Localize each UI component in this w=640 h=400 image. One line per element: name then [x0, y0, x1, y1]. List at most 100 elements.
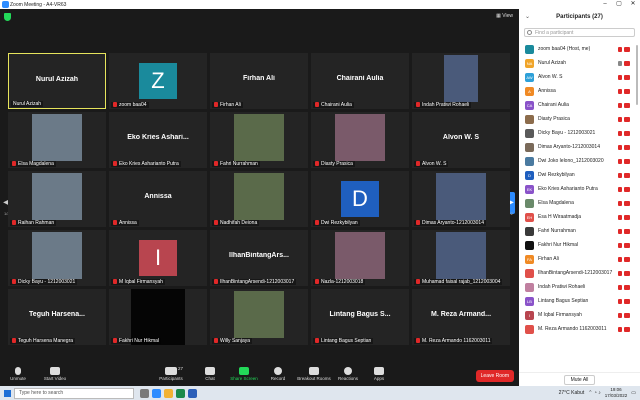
- participant-row[interactable]: Indah Pratiwi Rohaeli: [519, 280, 640, 294]
- video-tile[interactable]: Fahri Nurrahman: [210, 112, 308, 168]
- close-icon[interactable]: ✕: [626, 0, 640, 9]
- video-tile[interactable]: Willy Sanjaya: [210, 289, 308, 345]
- taskbar-search-input[interactable]: Type here to search: [14, 387, 134, 399]
- view-button[interactable]: ▦ View: [496, 13, 513, 19]
- video-tile[interactable]: Dimas Aryanto-1212003014: [412, 171, 510, 227]
- participant-status-icons: [618, 214, 632, 220]
- video-tile[interactable]: Diasty Prasica: [311, 112, 409, 168]
- participant-row[interactable]: EH Esa H Wiraatmadja: [519, 210, 640, 224]
- zoom-app-icon[interactable]: [152, 388, 161, 398]
- excel-icon[interactable]: [176, 388, 185, 398]
- word-icon[interactable]: [188, 388, 197, 398]
- mic-muted-icon: [618, 74, 622, 80]
- video-tile[interactable]: M. Reza Armand... M. Reza Armando 1162003…: [412, 289, 510, 345]
- video-tile[interactable]: Nazla-1212003018: [311, 230, 409, 286]
- participant-row[interactable]: I M Iqbal Firmansyah: [519, 308, 640, 322]
- video-tile[interactable]: Fakhri Nur Hikmal: [109, 289, 207, 345]
- apps-button[interactable]: Apps: [361, 367, 397, 381]
- participant-row[interactable]: zoom baa04 (Host, me): [519, 42, 640, 56]
- start-video-button[interactable]: Start Video: [35, 367, 75, 381]
- chat-button[interactable]: Chat: [192, 367, 228, 381]
- video-tile[interactable]: Indah Pratiwi Rohaeli: [412, 53, 510, 109]
- participant-row[interactable]: AW Alvon W. S: [519, 70, 640, 84]
- participant-row[interactable]: IlhanBintangArsendi-1212003017: [519, 266, 640, 280]
- participant-row[interactable]: A Annissa: [519, 84, 640, 98]
- share-screen-button[interactable]: Share Screen: [226, 367, 262, 381]
- tile-name-label: Nadhifah Deiona: [212, 220, 260, 226]
- video-off-icon: [624, 144, 630, 150]
- participant-row[interactable]: Dimas Aryanto-1212003014: [519, 140, 640, 154]
- participant-row[interactable]: M. Reza Armando 1162003011: [519, 322, 640, 336]
- participant-photo: [436, 232, 486, 279]
- weather-text[interactable]: 27°C Kabut: [559, 390, 585, 396]
- participant-row[interactable]: EK Eko Kries Asharianto Putra: [519, 182, 640, 196]
- participant-row[interactable]: Fakhri Nur Hikmal: [519, 238, 640, 252]
- participants-button[interactable]: Participants: [153, 367, 189, 381]
- mute-all-button[interactable]: Mute All: [563, 374, 596, 385]
- participant-row[interactable]: Dicky Bayu - 1212003021: [519, 126, 640, 140]
- leave-room-button[interactable]: Leave Room: [475, 370, 514, 382]
- tile-label-text: M. Reza Armando 1162003011: [422, 338, 491, 344]
- video-tile[interactable]: Alvon W. S Alvon W. S: [412, 112, 510, 168]
- participant-row[interactable]: CA Chairani Aulia: [519, 98, 640, 112]
- participant-row[interactable]: Diasty Prasica: [519, 112, 640, 126]
- window-title: Zoom Meeting - A4-VR63: [10, 1, 67, 8]
- video-tile[interactable]: Zzoom baa04: [109, 53, 207, 109]
- participant-search-input[interactable]: Find a participant: [524, 28, 635, 37]
- participant-status-icons: [618, 158, 632, 164]
- participant-row[interactable]: FA Firhan Ali: [519, 252, 640, 266]
- video-tile[interactable]: Raihan Rahman: [8, 171, 106, 227]
- video-tile[interactable]: Muhamad faisal rajab_1212003004: [412, 230, 510, 286]
- participant-row[interactable]: Dwi Joko lelono_1212003020: [519, 154, 640, 168]
- record-button[interactable]: Record: [260, 367, 296, 381]
- participant-photo: [32, 232, 82, 279]
- participant-name: Dimas Aryanto-1212003014: [538, 144, 600, 150]
- notification-icon[interactable]: ▭: [631, 390, 636, 396]
- video-stage: ▦ View ◀ 1/2 ▶ 1/2 Nurul AzizahNurul Azi…: [0, 9, 519, 366]
- tile-name-label: Annissa: [111, 220, 139, 226]
- video-tile[interactable]: IlhanBintangArs... IlhanBintangArsendi-12…: [210, 230, 308, 286]
- tile-name-label: Nurul Azizah: [11, 101, 44, 107]
- participant-photo: [335, 114, 385, 161]
- tray-icons[interactable]: ⌃ ◔ ♪: [588, 390, 601, 396]
- video-tile[interactable]: Nadhifah Deiona: [210, 171, 308, 227]
- minimize-icon[interactable]: –: [598, 0, 612, 9]
- participant-status-icons: [618, 172, 632, 178]
- clock[interactable]: 19:06 17/03/2022: [605, 387, 628, 399]
- task-view-icon[interactable]: [140, 388, 149, 398]
- video-off-icon: [50, 367, 60, 375]
- start-button[interactable]: [0, 386, 14, 400]
- video-tile[interactable]: Teguh Harsena... Teguh Harsena Manegra: [8, 289, 106, 345]
- participant-photo: [444, 55, 478, 102]
- share-screen-icon: [239, 367, 249, 375]
- tile-display-name: Teguh Harsena...: [29, 311, 85, 318]
- tile-label-text: Nurul Azizah: [13, 101, 42, 107]
- participant-row[interactable]: D Dwi Rezkybilyan: [519, 168, 640, 182]
- breakout-rooms-button[interactable]: Breakout Rooms: [294, 367, 334, 381]
- participant-row[interactable]: Fahri Nurrahman: [519, 224, 640, 238]
- video-tile[interactable]: I M Iqbal Firmansyah: [109, 230, 207, 286]
- video-tile[interactable]: Annissa Annissa: [109, 171, 207, 227]
- video-tile[interactable]: D Dwi Rezkybilyan: [311, 171, 409, 227]
- video-tile[interactable]: Eko Kries Ashari... Eko Kries Asharianto …: [109, 112, 207, 168]
- maximize-icon[interactable]: ▢: [612, 0, 626, 9]
- participant-name: Dwi Joko lelono_1212003020: [538, 158, 604, 164]
- mic-muted-icon: [618, 172, 622, 178]
- file-explorer-icon[interactable]: [164, 388, 173, 398]
- video-tile[interactable]: Chairani Aulia Chairani Aulia: [311, 53, 409, 109]
- mic-muted-icon: [214, 338, 218, 343]
- participant-row[interactable]: Elsa Magdalena: [519, 196, 640, 210]
- participant-name: Fahri Nurrahman: [538, 228, 576, 234]
- participant-row[interactable]: LB Lintang Bagus Septian: [519, 294, 640, 308]
- collapse-chevron-icon[interactable]: ⌄: [525, 9, 530, 25]
- video-tile[interactable]: Elsa Magdalena: [8, 112, 106, 168]
- video-tile[interactable]: Firhan Ali Firhan Ali: [210, 53, 308, 109]
- participant-row[interactable]: NA Nurul Azizah: [519, 56, 640, 70]
- video-tile[interactable]: Lintang Bagus S... Lintang Bagus Septian: [311, 289, 409, 345]
- video-tile[interactable]: Nurul Azizah Nurul Azizah: [8, 53, 106, 109]
- video-tile[interactable]: Dicky Bayu - 1212003021: [8, 230, 106, 286]
- security-shield-icon[interactable]: [4, 13, 11, 21]
- tile-label-text: IlhanBintangArsendi-1212003017: [220, 279, 295, 285]
- participant-name: Lintang Bagus Septian: [538, 298, 589, 304]
- unmute-button[interactable]: Unmute: [0, 367, 36, 381]
